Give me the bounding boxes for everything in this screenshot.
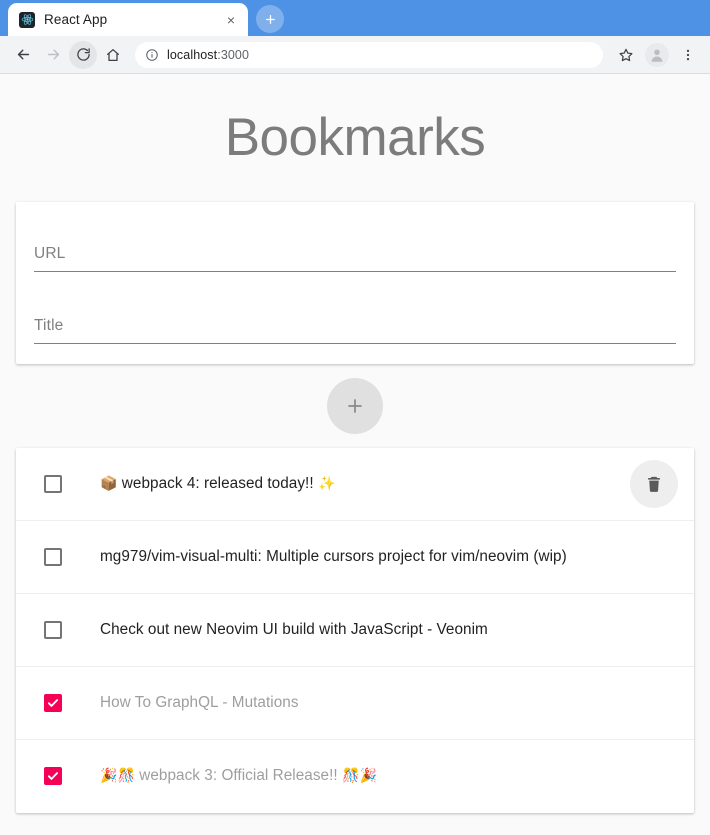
back-arrow-icon[interactable] — [9, 41, 37, 69]
bookmark-list-item[interactable]: How To GraphQL - Mutations — [16, 667, 694, 740]
new-tab-button[interactable] — [256, 5, 284, 33]
page-title: Bookmarks — [224, 108, 486, 167]
bookmark-checkbox[interactable] — [32, 536, 74, 578]
bookmark-form-card: URL Title — [16, 201, 694, 364]
app-page: Bookmarks URL Title 📦 webpack 4: release… — [0, 74, 710, 835]
react-logo-icon — [19, 11, 35, 28]
url-host: localhost — [167, 47, 218, 62]
tab-strip: React App × — [0, 0, 710, 36]
three-dot-menu-icon[interactable] — [675, 42, 701, 68]
profile-avatar-icon[interactable] — [645, 42, 669, 67]
title-input-placeholder: Title — [34, 316, 64, 334]
bookmark-checkbox[interactable] — [32, 755, 74, 797]
bookmark-title-text: Check out new Neovim UI build with JavaS… — [100, 620, 488, 638]
checkbox-unchecked-icon — [44, 620, 62, 639]
browser-tab-react-app[interactable]: React App × — [8, 3, 248, 36]
bookmark-list: 📦 webpack 4: released today!! ✨ mg979/vim… — [16, 447, 694, 813]
bookmark-title: Check out new Neovim UI build with JavaS… — [78, 621, 630, 639]
bookmark-title: How To GraphQL - Mutations — [78, 694, 630, 712]
trash-icon — [648, 476, 660, 492]
bookmark-checkbox[interactable] — [32, 463, 74, 505]
url-port: :3000 — [217, 47, 250, 62]
bookmark-list-item[interactable]: Check out new Neovim UI build with JavaS… — [16, 594, 694, 667]
browser-chrome: React App × localhost:3000 — [0, 0, 710, 74]
checkbox-unchecked-icon — [44, 547, 62, 566]
browser-toolbar: localhost:3000 — [0, 36, 710, 73]
bookmark-checkbox[interactable] — [32, 682, 74, 724]
plus-icon — [348, 399, 362, 413]
add-bookmark-area — [0, 377, 710, 434]
checkbox-checked-icon — [44, 693, 62, 712]
tab-title: React App — [44, 12, 108, 27]
toolbar-divider — [0, 73, 710, 74]
title-input[interactable]: Title — [34, 296, 676, 344]
bookmark-title: 🎉🎊 webpack 3: Official Release!! 🎊🎉 — [78, 767, 630, 785]
bookmark-suffix-emoji: 🎊🎉 — [342, 768, 377, 785]
bookmark-list-item[interactable]: mg979/vim-visual-multi: Multiple cursors… — [16, 521, 694, 594]
bookmark-list-item[interactable]: 🎉🎊 webpack 3: Official Release!! 🎊🎉 — [16, 740, 694, 813]
bookmark-list-item[interactable]: 📦 webpack 4: released today!! ✨ — [16, 448, 694, 521]
bookmark-star-icon[interactable] — [613, 42, 639, 68]
page-info-icon[interactable] — [145, 48, 159, 62]
bookmark-checkbox[interactable] — [32, 609, 74, 651]
bookmark-title-text: webpack 4: released today!! — [121, 474, 314, 492]
bookmark-prefix-emoji: 🎉🎊 — [100, 768, 135, 785]
bookmark-title: mg979/vim-visual-multi: Multiple cursors… — [78, 548, 630, 566]
checkbox-unchecked-icon — [44, 474, 62, 493]
url-input[interactable]: URL — [34, 224, 676, 272]
bookmark-title-text: mg979/vim-visual-multi: Multiple cursors… — [100, 547, 567, 565]
bookmark-suffix-emoji: ✨ — [317, 475, 336, 492]
bookmark-title: 📦 webpack 4: released today!! ✨ — [78, 475, 630, 493]
bookmark-prefix-emoji: 📦 — [100, 475, 118, 492]
url-input-placeholder: URL — [34, 244, 66, 262]
bookmark-title-text: How To GraphQL - Mutations — [100, 693, 299, 711]
checkbox-checked-icon — [44, 767, 62, 786]
delete-bookmark-button[interactable] — [630, 459, 678, 508]
address-bar[interactable]: localhost:3000 — [135, 41, 603, 68]
home-icon[interactable] — [99, 41, 127, 69]
add-bookmark-button[interactable] — [327, 377, 383, 434]
plus-icon — [265, 14, 275, 24]
bookmark-title-text: webpack 3: Official Release!! — [139, 767, 338, 785]
forward-arrow-icon[interactable] — [39, 41, 67, 69]
close-icon[interactable]: × — [222, 11, 240, 29]
address-bar-url: localhost:3000 — [167, 48, 249, 62]
reload-icon[interactable] — [69, 40, 97, 69]
